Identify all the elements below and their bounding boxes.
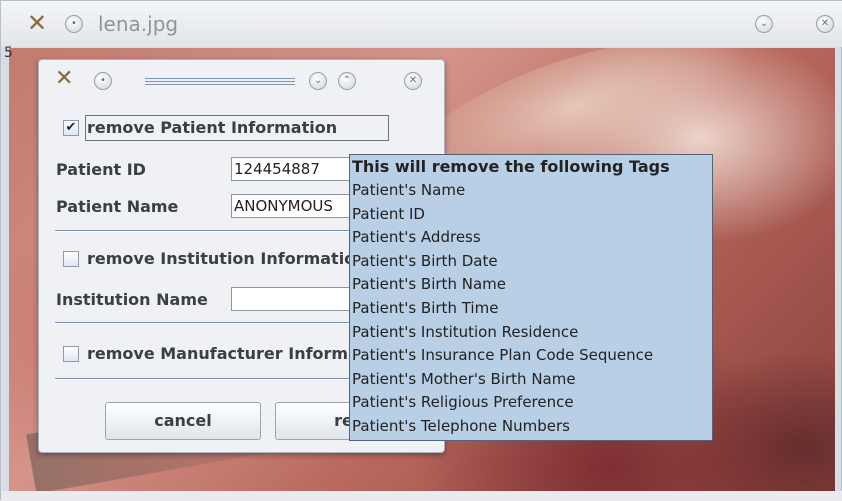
remove-patient-info-row[interactable]: ✔ remove Patient Information bbox=[63, 115, 403, 141]
close-icon[interactable]: ✕ bbox=[816, 15, 834, 33]
main-titlebar[interactable]: ✕ • lena.jpg ⌄ ✕ bbox=[1, 1, 842, 47]
main-window: ✕ • lena.jpg ⌄ ✕ 5 ✕ • ⌄ ⌃ ✕ ✔ remove Pa… bbox=[0, 0, 842, 501]
dialog-titlebar[interactable]: ✕ • ⌄ ⌃ ✕ bbox=[39, 60, 444, 102]
tooltip-item: Patient's Name bbox=[352, 181, 466, 199]
chevron-up-icon[interactable]: ⌃ bbox=[338, 72, 356, 90]
app-x-icon[interactable]: ✕ bbox=[27, 11, 47, 35]
institution-name-label: Institution Name bbox=[56, 290, 208, 309]
tooltip-item: Patient's Religious Preference bbox=[352, 393, 574, 412]
patient-name-label: Patient Name bbox=[56, 197, 179, 216]
remove-tags-tooltip: This will remove the following Tags Pati… bbox=[349, 154, 713, 441]
drag-grip[interactable] bbox=[145, 78, 295, 87]
patient-id-field[interactable]: 124454887 bbox=[231, 157, 361, 181]
tooltip-title: This will remove the following Tags bbox=[352, 157, 670, 176]
tooltip-item: Patient's Birth Name bbox=[352, 275, 506, 294]
remove-manufacturer-info-checkbox[interactable] bbox=[63, 346, 79, 362]
tooltip-item: Patient's Institution Residence bbox=[352, 322, 579, 341]
remove-patient-info-checkbox[interactable]: ✔ bbox=[63, 120, 79, 136]
cancel-button[interactable]: cancel bbox=[105, 402, 261, 440]
tooltip-item: Patient's Mother's Birth Name bbox=[352, 369, 576, 388]
remove-manufacturer-info-row[interactable]: remove Manufacturer Information bbox=[63, 343, 363, 365]
tooltip-item: Patient's Birth Date bbox=[352, 251, 498, 270]
remove-institution-info-label: remove Institution Information bbox=[87, 249, 363, 268]
tooltip-item: Patient's Address bbox=[352, 228, 481, 247]
tooltip-item: Patient's Telephone Numbers bbox=[352, 416, 570, 435]
pin-icon[interactable]: • bbox=[65, 15, 83, 33]
remove-patient-info-label: remove Patient Information bbox=[87, 118, 338, 137]
window-title: lena.jpg bbox=[98, 12, 179, 36]
tooltip-item: Patient's Birth Time bbox=[352, 298, 499, 317]
remove-institution-info-checkbox[interactable] bbox=[63, 251, 79, 267]
close-icon[interactable]: ✕ bbox=[404, 72, 422, 90]
tooltip-item: Patient's Insurance Plan Code Sequence bbox=[352, 346, 654, 365]
institution-name-field[interactable] bbox=[231, 287, 361, 311]
tooltip-item: Patient ID bbox=[352, 204, 425, 223]
chevron-down-icon[interactable]: ⌄ bbox=[309, 72, 327, 90]
corner-glyph: 5 bbox=[4, 45, 13, 61]
remove-institution-info-row[interactable]: remove Institution Information bbox=[63, 248, 363, 270]
remove-manufacturer-info-label: remove Manufacturer Information bbox=[87, 344, 363, 363]
pin-icon[interactable]: • bbox=[94, 72, 112, 90]
patient-id-label: Patient ID bbox=[56, 160, 146, 179]
chevron-down-icon[interactable]: ⌄ bbox=[755, 15, 773, 33]
app-x-icon[interactable]: ✕ bbox=[55, 68, 73, 90]
patient-name-field[interactable]: ANONYMOUS bbox=[231, 194, 361, 218]
